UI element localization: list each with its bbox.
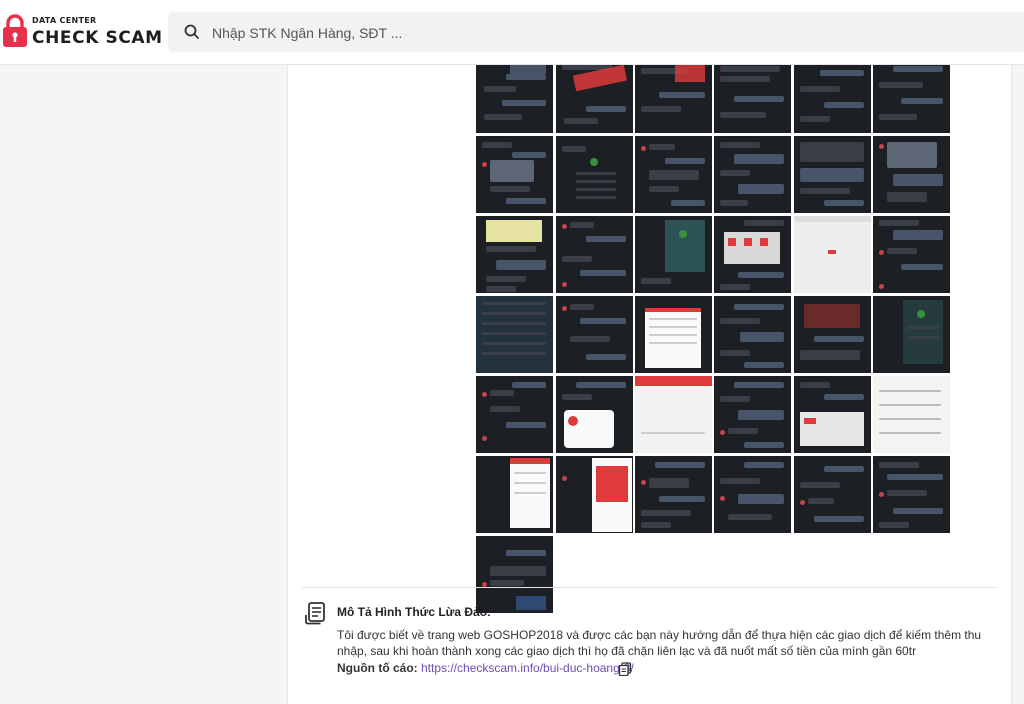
evidence-image[interactable] xyxy=(476,216,553,293)
evidence-image[interactable] xyxy=(476,296,553,373)
search-bar[interactable] xyxy=(168,12,1024,54)
scam-description-title: Mô Tả Hình Thức Lừa Đảo: xyxy=(337,605,492,619)
evidence-image[interactable] xyxy=(794,456,871,533)
evidence-image[interactable] xyxy=(635,376,712,453)
evidence-image[interactable] xyxy=(714,296,791,373)
evidence-image[interactable] xyxy=(873,56,950,133)
search-icon xyxy=(184,24,200,40)
evidence-image[interactable] xyxy=(476,456,553,533)
evidence-image[interactable] xyxy=(556,56,633,133)
evidence-image[interactable] xyxy=(556,456,633,533)
evidence-image[interactable] xyxy=(794,136,871,213)
evidence-image[interactable] xyxy=(556,216,633,293)
source-label: Nguồn tố cáo: xyxy=(337,661,418,675)
evidence-image[interactable] xyxy=(556,296,633,373)
evidence-image[interactable] xyxy=(635,136,712,213)
section-divider xyxy=(302,587,996,588)
evidence-image[interactable] xyxy=(714,56,791,133)
evidence-image[interactable] xyxy=(794,56,871,133)
evidence-image[interactable] xyxy=(476,136,553,213)
search-input[interactable] xyxy=(210,12,814,54)
document-icon xyxy=(305,602,325,625)
evidence-image[interactable] xyxy=(714,376,791,453)
source-link[interactable]: https://checkscam.info/bui-duc-hoang-3/ xyxy=(421,661,634,675)
evidence-image[interactable] xyxy=(635,296,712,373)
logo-wordmark: CHECK SCAM xyxy=(32,28,163,48)
report-source: Nguồn tố cáo: https://checkscam.info/bui… xyxy=(337,661,634,675)
evidence-image[interactable] xyxy=(714,136,791,213)
scam-description-text: Tôi được biết về trang web GOSHOP2018 và… xyxy=(337,628,982,658)
evidence-image[interactable] xyxy=(873,376,950,453)
header: DATA CENTER CHECK SCAM xyxy=(0,0,1024,65)
evidence-image[interactable] xyxy=(476,376,553,453)
evidence-image[interactable] xyxy=(476,536,553,613)
copy-icon[interactable] xyxy=(618,662,632,676)
lock-icon xyxy=(3,14,27,47)
evidence-image[interactable] xyxy=(873,216,950,293)
evidence-image[interactable] xyxy=(476,56,553,133)
evidence-image[interactable] xyxy=(794,376,871,453)
evidence-image[interactable] xyxy=(635,56,712,133)
evidence-image[interactable] xyxy=(556,136,633,213)
site-logo[interactable]: DATA CENTER CHECK SCAM xyxy=(0,14,163,54)
evidence-image[interactable] xyxy=(873,136,950,213)
report-card: Mô Tả Hình Thức Lừa Đảo: Tôi được biết v… xyxy=(287,56,1012,704)
evidence-image[interactable] xyxy=(873,296,950,373)
logo-tagline: DATA CENTER xyxy=(32,16,97,25)
evidence-image[interactable] xyxy=(714,216,791,293)
evidence-image[interactable] xyxy=(873,456,950,533)
evidence-image[interactable] xyxy=(794,296,871,373)
evidence-image[interactable] xyxy=(635,216,712,293)
evidence-image[interactable] xyxy=(714,456,791,533)
evidence-image[interactable] xyxy=(794,216,871,293)
evidence-image[interactable] xyxy=(635,456,712,533)
evidence-image[interactable] xyxy=(556,376,633,453)
